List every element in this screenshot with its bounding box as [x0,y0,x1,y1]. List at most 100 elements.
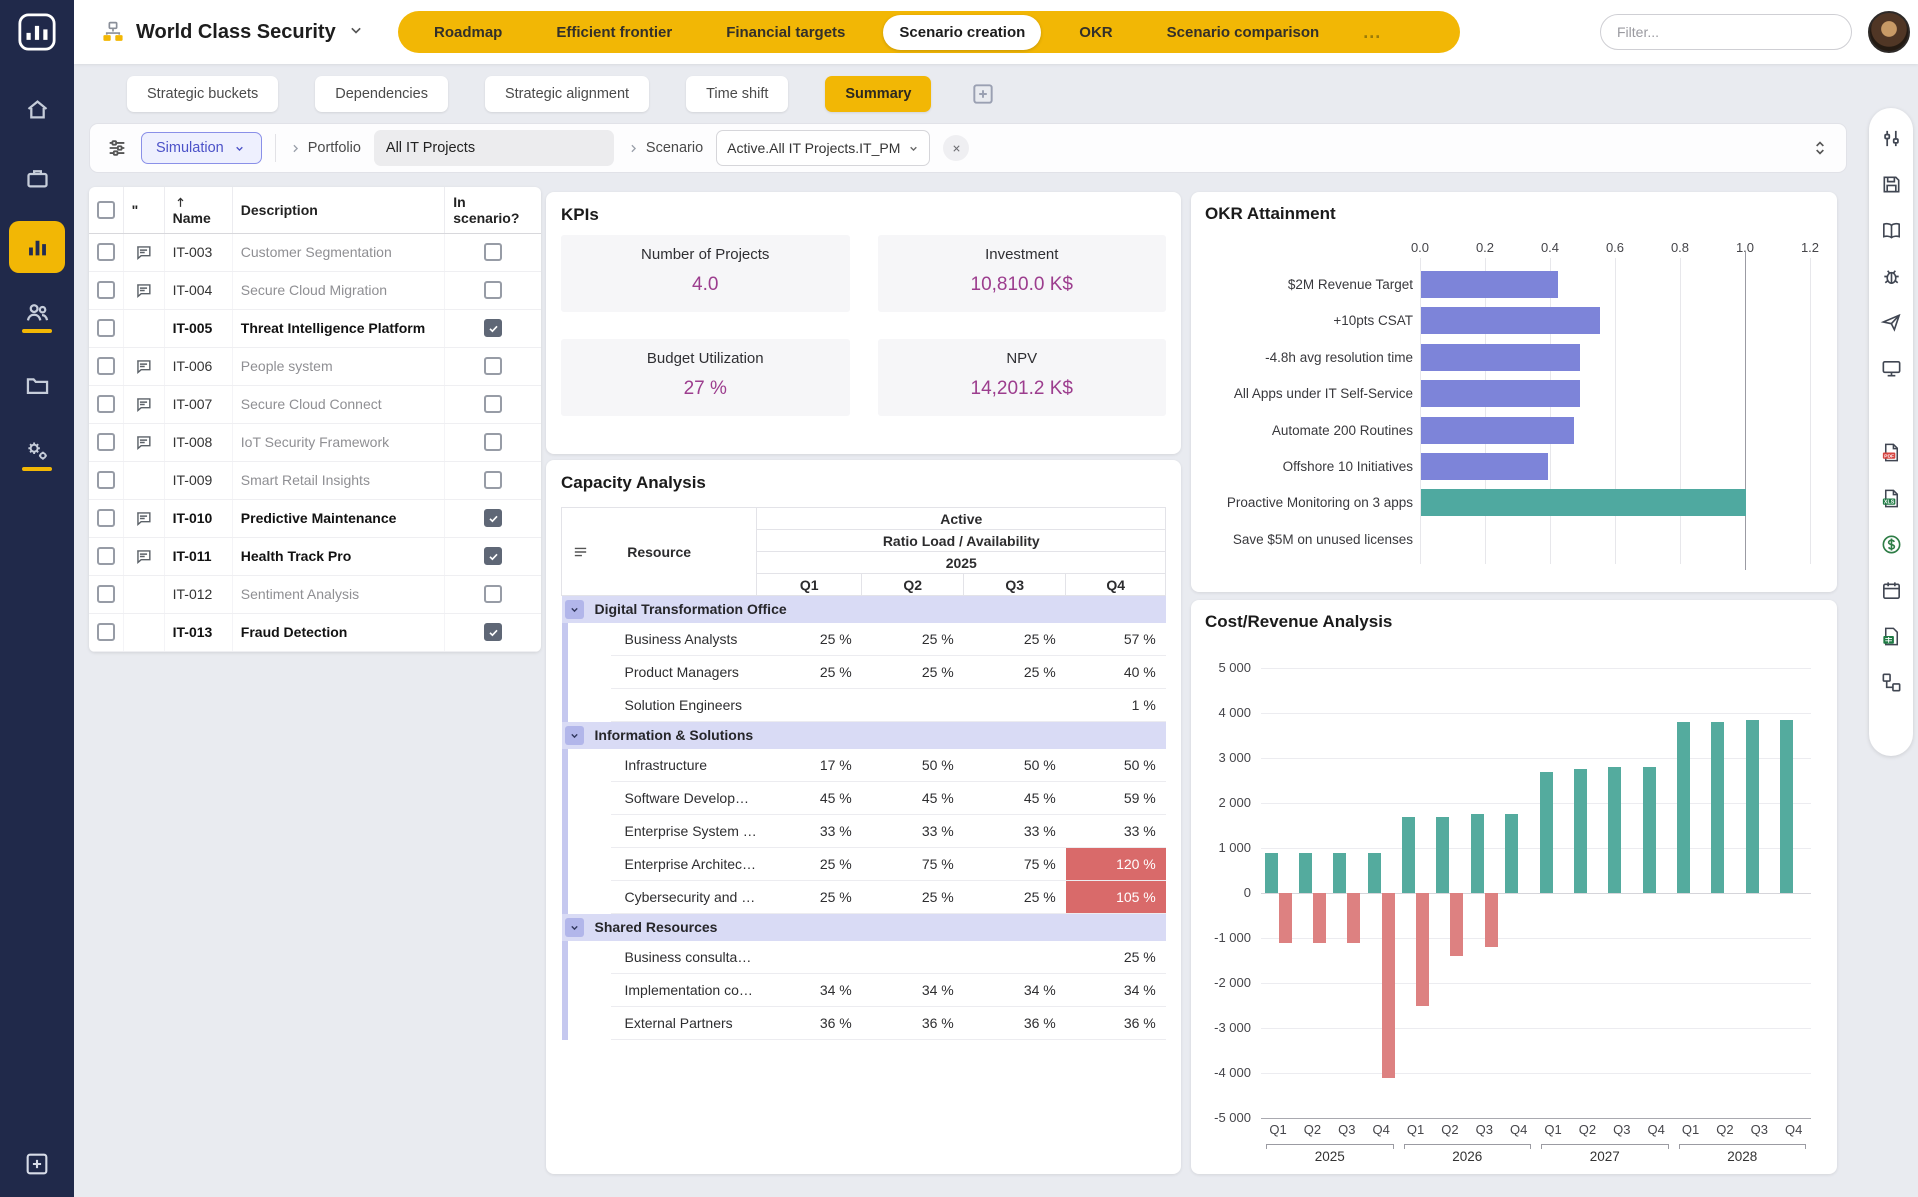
project-row[interactable]: IT-005Threat Intelligence Platform [89,309,541,347]
capacity-group-row[interactable]: Shared Resources [562,914,1166,941]
filter-input[interactable] [1600,14,1852,50]
row-select-checkbox[interactable] [97,395,115,413]
send-icon[interactable] [1879,310,1903,334]
in-scenario-checkbox[interactable] [484,433,502,451]
clear-scenario-button[interactable] [943,135,969,161]
capacity-value: 45 % [862,782,964,815]
in-scenario-checkbox[interactable] [484,281,502,299]
in-scenario-checkbox[interactable] [484,471,502,489]
project-row[interactable]: IT-003Customer Segmentation [89,233,541,271]
project-row[interactable]: IT-011Health Track Pro [89,537,541,575]
nav-tab-financial-targets[interactable]: Financial targets [710,15,861,50]
kpi-label: Number of Projects [641,246,769,263]
collapse-toolbar-button[interactable] [1810,138,1830,158]
add-widget-button[interactable] [23,1150,51,1183]
in-scenario-checkbox[interactable] [484,547,502,565]
in-scenario-checkbox[interactable] [484,509,502,527]
calendar-icon[interactable] [1879,578,1903,602]
comment-icon[interactable] [134,509,153,528]
nav-more-button[interactable]: ... [1357,22,1387,43]
collapse-group-chevron-icon[interactable] [565,726,584,745]
subtab-time-shift[interactable]: Time shift [686,76,788,112]
project-row[interactable]: IT-013Fraud Detection [89,613,541,651]
in-scenario-checkbox[interactable] [484,623,502,641]
documentation-icon[interactable] [1879,218,1903,242]
comment-icon[interactable] [134,547,153,566]
subtab-strategic-buckets[interactable]: Strategic buckets [127,76,278,112]
subtab-dependencies[interactable]: Dependencies [315,76,448,112]
comment-icon[interactable] [134,433,153,452]
project-row[interactable]: IT-007Secure Cloud Connect [89,385,541,423]
row-select-checkbox[interactable] [97,357,115,375]
select-all-checkbox[interactable] [97,201,115,219]
row-select-checkbox[interactable] [97,433,115,451]
comment-icon[interactable] [134,357,153,376]
quarter-column-header: Q1 [757,574,862,596]
sidebar-item-home[interactable] [9,83,65,135]
in-scenario-checkbox[interactable] [484,319,502,337]
export-excel-icon[interactable]: XLS [1879,486,1903,510]
project-row[interactable]: IT-009Smart Retail Insights [89,461,541,499]
x-axis-tick: 0.8 [1660,240,1700,255]
project-row[interactable]: IT-008IoT Security Framework [89,423,541,461]
portfolio-title-block[interactable]: World Class Security [100,20,392,45]
app-logo[interactable] [10,5,64,59]
nav-tab-okr[interactable]: OKR [1063,15,1128,50]
comment-icon[interactable] [134,281,153,300]
name-column-header[interactable]: Name [164,187,232,233]
capacity-group-row[interactable]: Digital Transformation Office [562,596,1166,623]
feedback-icon[interactable] [1879,356,1903,380]
capacity-row: Enterprise Architec…25 %75 %75 %120 % [562,848,1166,881]
row-select-checkbox[interactable] [97,547,115,565]
nav-tab-scenario-comparison[interactable]: Scenario comparison [1151,15,1336,50]
project-row[interactable]: IT-010Predictive Maintenance [89,499,541,537]
bug-report-icon[interactable] [1879,264,1903,288]
sidebar-item-resources[interactable] [9,290,65,342]
collapse-group-chevron-icon[interactable] [565,918,584,937]
project-row[interactable]: IT-006People system [89,347,541,385]
row-select-checkbox[interactable] [97,471,115,489]
integration-icon[interactable] [1879,670,1903,694]
user-avatar[interactable] [1868,11,1910,53]
description-column-header[interactable]: Description [232,187,444,233]
export-pdf-icon[interactable]: PDF [1879,440,1903,464]
in-scenario-checkbox[interactable] [484,585,502,603]
project-row[interactable]: IT-004Secure Cloud Migration [89,271,541,309]
subtab-strategic-alignment[interactable]: Strategic alignment [485,76,649,112]
in-scenario-checkbox[interactable] [484,357,502,375]
row-select-checkbox[interactable] [97,623,115,641]
sidebar-item-analytics[interactable] [9,221,65,273]
sidebar-item-projects[interactable] [9,359,65,411]
comment-icon[interactable] [134,395,153,414]
title-chevron-down-icon[interactable] [346,20,366,45]
row-select-checkbox[interactable] [97,319,115,337]
in-scenario-column-header[interactable]: In scenario? [445,187,541,233]
project-row[interactable]: IT-012Sentiment Analysis [89,575,541,613]
excel-report-icon[interactable] [1879,624,1903,648]
row-select-checkbox[interactable] [97,509,115,527]
collapse-group-chevron-icon[interactable] [565,600,584,619]
nav-tab-scenario-creation[interactable]: Scenario creation [883,15,1041,50]
adjustments-icon[interactable] [1879,126,1903,150]
add-view-button[interactable] [968,79,998,109]
sliders-icon[interactable] [106,137,128,159]
capacity-group-row[interactable]: Information & Solutions [562,722,1166,749]
save-icon[interactable] [1879,172,1903,196]
row-select-checkbox[interactable] [97,243,115,261]
row-select-checkbox[interactable] [97,585,115,603]
comment-icon[interactable] [134,243,153,262]
row-grouping-icon[interactable] [572,543,589,560]
quarter-tick-label: Q1 [1672,1122,1710,1137]
nav-tab-efficient-frontier[interactable]: Efficient frontier [540,15,688,50]
portfolio-input[interactable] [374,130,614,166]
simulation-dropdown[interactable]: Simulation [141,132,262,164]
subtab-summary[interactable]: Summary [825,76,931,112]
nav-tab-roadmap[interactable]: Roadmap [418,15,518,50]
costs-icon[interactable] [1879,532,1903,556]
row-select-checkbox[interactable] [97,281,115,299]
scenario-select[interactable]: Active.All IT Projects.IT_PM [716,130,930,166]
sidebar-item-settings[interactable] [9,428,65,480]
in-scenario-checkbox[interactable] [484,243,502,261]
sidebar-item-portfolio-box[interactable] [9,152,65,204]
in-scenario-checkbox[interactable] [484,395,502,413]
